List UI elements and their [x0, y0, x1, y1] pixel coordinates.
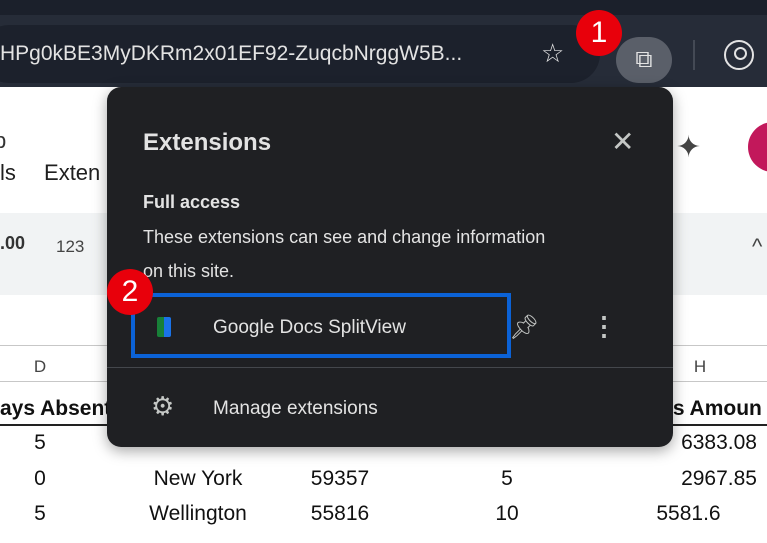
doc-menu-bar: ls Exten: [0, 160, 100, 186]
extension-name[interactable]: Google Docs SplitView: [213, 317, 406, 339]
annotation-badge-1: 1: [576, 10, 622, 56]
doc-title-partial: p: [0, 128, 7, 153]
more-options-icon[interactable]: ⋮: [591, 311, 617, 342]
avatar[interactable]: [748, 122, 767, 172]
table-cell[interactable]: 0: [20, 467, 60, 491]
popup-divider: [107, 367, 673, 368]
table-cell[interactable]: 5: [20, 431, 60, 455]
extensions-popup: Extensions ✕ Full access These extension…: [107, 87, 673, 447]
puzzle-icon[interactable]: ⧉: [616, 37, 672, 83]
table-cell[interactable]: New York: [120, 467, 276, 491]
access-description-2: on this site.: [143, 261, 235, 281]
manage-extensions-link[interactable]: Manage extensions: [213, 398, 378, 420]
splitview-extension-icon: [157, 317, 171, 337]
section-heading: Full access: [143, 192, 241, 212]
table-cell[interactable]: Wellington: [120, 502, 276, 526]
table-cell[interactable]: 5: [20, 502, 60, 526]
collapse-toolbar-button[interactable]: ^: [752, 234, 762, 260]
table-cell[interactable]: 5: [467, 467, 547, 491]
gear-icon[interactable]: ⚙: [151, 391, 174, 422]
star-icon[interactable]: ☆: [541, 38, 564, 69]
table-cell[interactable]: 5581.6: [620, 502, 757, 526]
number-format-button[interactable]: 123: [56, 237, 84, 257]
header-days-absent[interactable]: ays Absent: [0, 397, 111, 421]
pin-icon[interactable]: 📌︎: [509, 313, 539, 342]
annotation-badge-2: 2: [107, 269, 153, 315]
decimal-format-button[interactable]: .00: [0, 233, 25, 254]
table-cell[interactable]: 59357: [290, 467, 390, 491]
window-top-bar: [0, 0, 767, 15]
table-cell[interactable]: 55816: [290, 502, 390, 526]
table-cell[interactable]: 10: [467, 502, 547, 526]
menu-item-extensions[interactable]: Exten: [44, 160, 100, 185]
popup-title: Extensions: [143, 129, 272, 156]
url-text[interactable]: HPg0kBE3MyDKRm2x01EF92-ZuqcbNrggW5B...: [0, 42, 462, 66]
toolbar-divider: [693, 40, 695, 70]
access-description: These extensions can see and change info…: [143, 227, 546, 247]
table-cell[interactable]: 2967.85: [620, 467, 757, 491]
close-icon[interactable]: ✕: [611, 125, 634, 158]
gemini-icon[interactable]: ✦: [676, 130, 701, 165]
column-header-h[interactable]: H: [685, 357, 715, 377]
profile-icon[interactable]: [724, 40, 754, 70]
column-header-d[interactable]: D: [25, 357, 55, 377]
header-bonus-amount[interactable]: us Amoun: [660, 397, 762, 421]
menu-item-tools[interactable]: ls: [0, 160, 16, 185]
